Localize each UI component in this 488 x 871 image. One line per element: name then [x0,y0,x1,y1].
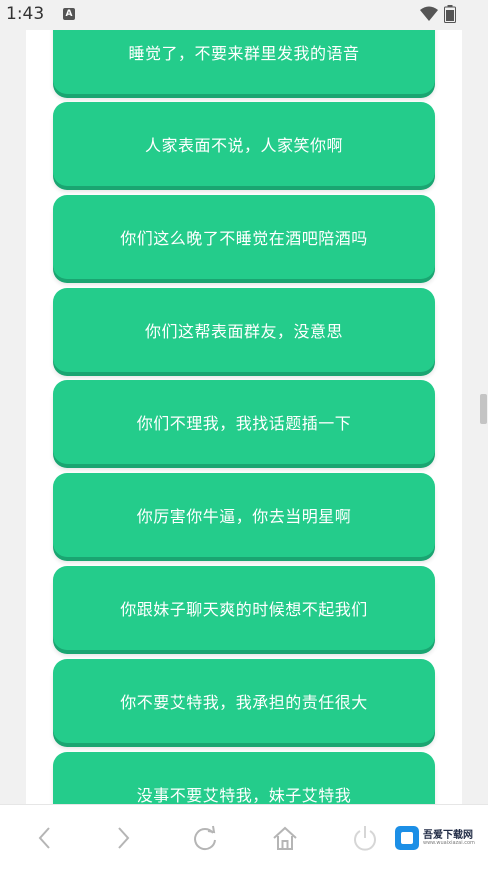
status-bar: 1:43 A [0,0,488,30]
wifi-icon [420,6,438,21]
phrase-card[interactable]: 你不要艾特我，我承担的责任很大 [53,659,435,743]
chevron-right-icon[interactable] [108,823,138,853]
bottom-nav-bar: 吾爱下载网 www.wuaixiazai.com [0,804,488,871]
power-icon[interactable] [350,823,380,853]
phrase-card[interactable]: 你们这么晚了不睡觉在酒吧陪酒吗 [53,195,435,279]
watermark-subtitle: www.wuaixiazai.com [423,840,475,846]
phrase-card[interactable]: 你厉害你牛逼，你去当明星啊 [53,473,435,557]
app-notification-icon: A [63,8,75,20]
battery-icon [444,5,456,23]
phrase-card[interactable]: 你们这帮表面群友，没意思 [53,288,435,372]
watermark-logo-icon [395,826,419,850]
watermark-title: 吾爱下载网 [423,830,473,841]
scrollbar-thumb[interactable] [480,394,487,424]
phrase-card[interactable]: 没事不要艾特我，妹子艾特我 [53,752,435,804]
phrase-card[interactable]: 你们不理我，我找话题插一下 [53,380,435,464]
watermark-logo: 吾爱下载网 www.wuaixiazai.com [391,824,485,852]
phrase-card[interactable]: 你跟妹子聊天爽的时候想不起我们 [53,566,435,650]
status-time: 1:43 [6,4,45,24]
phrase-card[interactable]: 人家表面不说，人家笑你啊 [53,102,435,186]
content-page: 睡觉了，不要来群里发我的语音 人家表面不说，人家笑你啊 你们这么晚了不睡觉在酒吧… [26,30,462,804]
phrase-card[interactable]: 睡觉了，不要来群里发我的语音 [53,30,435,94]
home-icon[interactable] [270,823,300,853]
chevron-left-icon[interactable] [30,823,60,853]
refresh-icon[interactable] [190,823,220,853]
